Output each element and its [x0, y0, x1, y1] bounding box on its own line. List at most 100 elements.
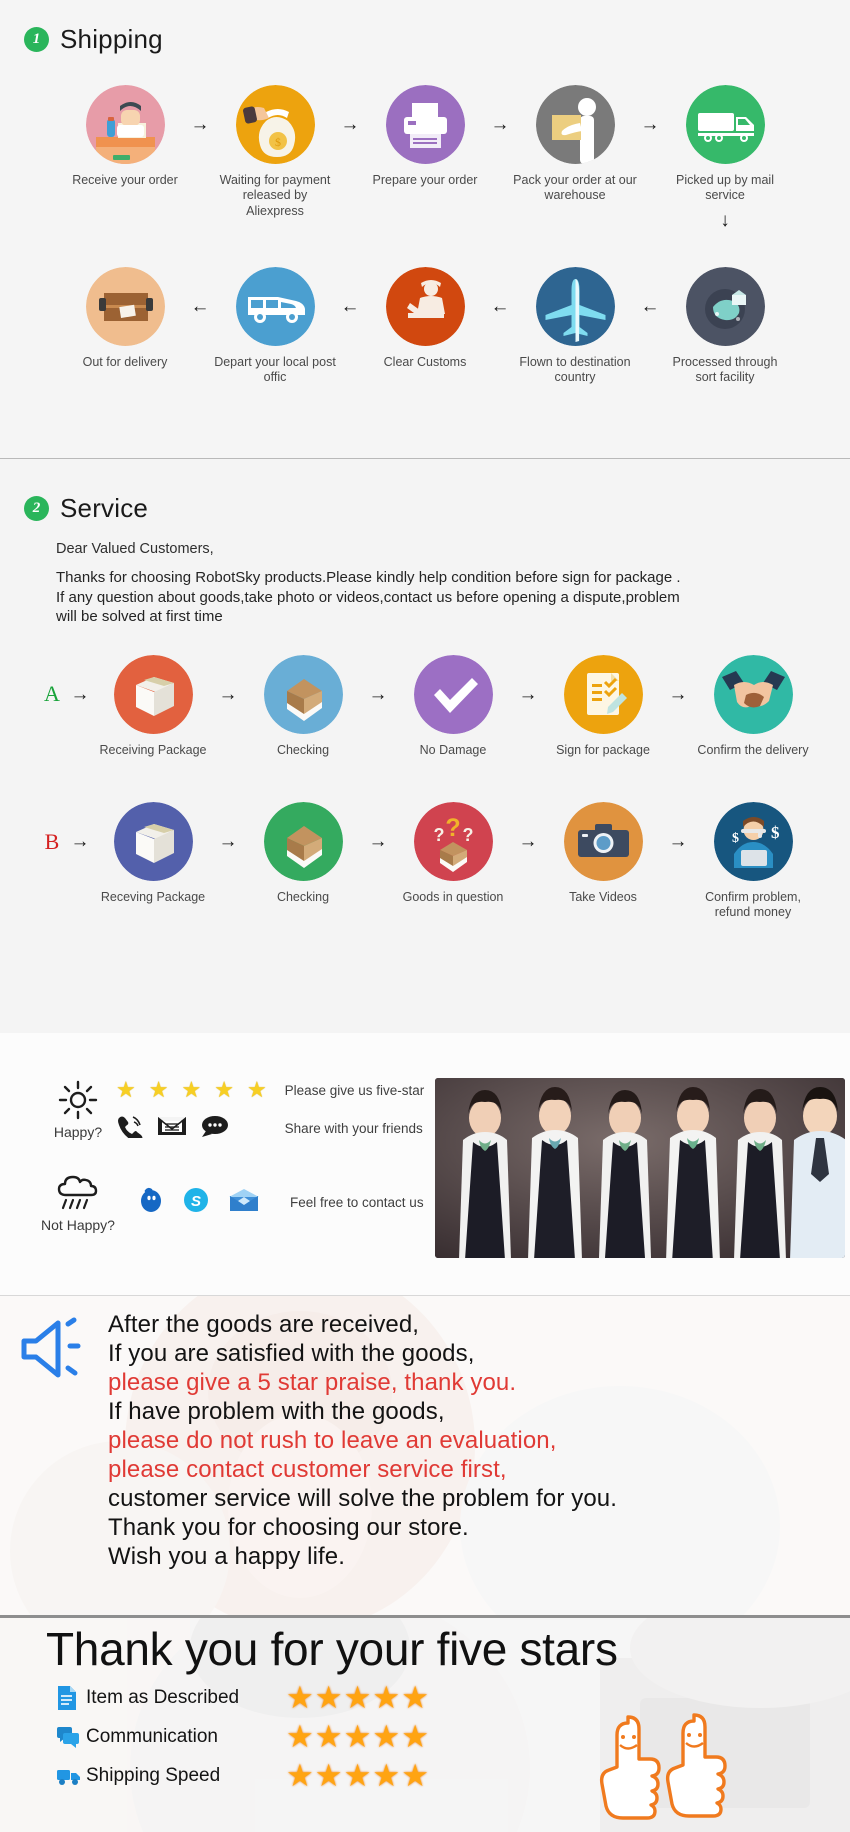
star-icon: ★ [286, 1719, 314, 1754]
step-caption: Depart your local post offic [214, 354, 336, 384]
service-step: $ $ Confirm problem, refund money [695, 802, 811, 921]
qq-icon[interactable] [138, 1187, 164, 1218]
phone-ringing-icon[interactable] [116, 1114, 144, 1143]
row-label-b: B [44, 828, 60, 854]
arrow-right-icon: → [218, 831, 238, 853]
service-flow-row-a: A → Receiving Package → Checking → No Da… [0, 654, 850, 758]
truck-icon [56, 1765, 86, 1787]
step-caption: Picked up by mail service [676, 173, 774, 203]
shipping-heading: 1 Shipping [0, 24, 850, 55]
thanks-title: Thank you for your five stars [46, 1623, 618, 1675]
service-step: ? ? ? Goods in question [395, 802, 511, 905]
not-happy-row: Not Happy? S Feel free to contact us [40, 1171, 430, 1233]
star-icon: ★ [401, 1719, 429, 1754]
contact-text: Feel free to contact us [290, 1194, 424, 1210]
share-text: Share with your friends [284, 1120, 423, 1136]
step-caption: Receiving Package [99, 742, 207, 757]
rain-cloud-icon [55, 1171, 101, 1215]
shipping-step: Receive your order [67, 85, 183, 188]
announcement-line: If you are satisfied with the goods, [108, 1340, 475, 1368]
step-caption: Goods in question [402, 890, 504, 905]
announcement-line: If have problem with the goods, [108, 1398, 445, 1426]
announcement-section: After the goods are received, If you are … [0, 1295, 850, 1615]
arrow-right-icon: → [668, 831, 688, 853]
announcement-lines: After the goods are received, If you are … [0, 1296, 850, 1571]
arrow-left-icon: ← [490, 295, 510, 317]
question-box-icon: ? ? ? [413, 802, 493, 882]
happy-label: Happy? [53, 1124, 103, 1140]
shipping-step: Picked up by mail service ↓ [667, 85, 783, 230]
arrow-right-icon: → [70, 683, 90, 705]
svg-text:$: $ [732, 831, 739, 846]
contact-icons: S [116, 1183, 260, 1221]
arrow-right-icon: → [518, 831, 538, 853]
delivery-van-icon [235, 266, 315, 346]
criteria-label: Shipping Speed [86, 1764, 221, 1786]
service-body-line: If any question about goods,take photo o… [56, 588, 680, 606]
open-box-icon [263, 802, 343, 882]
arrow-right-icon: → [218, 683, 238, 705]
service-step: Receiving Package [95, 654, 211, 758]
support-agent-money-icon: $ $ [713, 802, 793, 882]
star-icon: ★ [286, 1758, 314, 1793]
team-photo [435, 1078, 845, 1258]
announcement-line: customer service will solve the problem … [108, 1485, 617, 1513]
contact-icons-row: S [138, 1183, 260, 1221]
star-icon: ★ [116, 1077, 136, 1102]
handshake-icon [713, 654, 793, 734]
money-bag-icon: $ [235, 85, 315, 164]
chat-bubble-icon[interactable] [200, 1114, 230, 1143]
service-step: Checking [245, 802, 361, 905]
service-section: 2 Service Dear Valued Customers, Thanks … [0, 459, 850, 1033]
shipping-title: Shipping [60, 24, 163, 54]
criteria-label: Communication [86, 1725, 218, 1747]
person-at-desk-icon [85, 85, 165, 164]
step-caption: Processed through sort facility [672, 354, 778, 384]
star-icon: ★ [286, 1680, 314, 1715]
step-badge-1: 1 [24, 27, 49, 52]
five-star-text: Please give us five-star [284, 1082, 425, 1098]
closed-box-icon [113, 654, 193, 734]
announcement-line: please do not rush to leave an evaluatio… [108, 1427, 557, 1455]
sun-icon [58, 1078, 98, 1122]
customs-officer-icon [385, 266, 465, 346]
arrow-right-icon: → [368, 683, 388, 705]
step-caption: No Damage [419, 742, 487, 757]
star-icon: ★ [214, 1077, 234, 1102]
star-icon: ★ [246, 1077, 267, 1102]
skype-icon[interactable]: S [183, 1187, 209, 1218]
svg-text:$: $ [275, 135, 281, 149]
closed-box-icon [113, 802, 193, 882]
email-envelope-icon[interactable] [157, 1114, 187, 1143]
airplane-icon [535, 266, 615, 346]
shipping-flow-row-1: Receive your order → $ Waiting for payme… [0, 85, 850, 230]
svg-text:?: ? [445, 814, 460, 842]
svg-text:$: $ [771, 823, 780, 842]
happy-texts: Please give us five-star Share with your… [267, 1071, 425, 1147]
step-caption: Prepare your order [372, 173, 478, 187]
star-icon: ★ [314, 1758, 343, 1793]
mail-icon[interactable] [228, 1187, 260, 1218]
service-step: No Damage [395, 654, 511, 758]
announcement-line: Thank you for choosing our store. [108, 1514, 469, 1542]
service-step: Confirm the delivery [695, 654, 811, 758]
star-icon: ★ [372, 1680, 401, 1715]
shipping-step: Prepare your order [367, 85, 483, 188]
star-rating-row: ★ ★ ★ ★ ★ [116, 1071, 267, 1109]
arrow-right-icon: → [190, 114, 210, 135]
open-box-icon [263, 654, 343, 734]
step-caption: Confirm problem, refund money [705, 890, 801, 920]
service-heading: 2 Service [0, 493, 850, 524]
step-caption: Checking [276, 742, 330, 757]
product-description-page: 1 Shipping Receive your order → $ Waitin… [0, 0, 850, 1832]
step-caption: Clear Customs [383, 354, 467, 369]
service-step: Receving Package [95, 802, 211, 905]
step-caption: Out for delivery [82, 354, 168, 369]
shipping-section: 1 Shipping Receive your order → $ Waitin… [0, 0, 850, 459]
criteria-label: Item as Described [86, 1686, 240, 1708]
shipping-flow-row-2: Out for delivery ← Depart your local pos [0, 266, 850, 386]
criteria-stars: ★ ★ ★ ★ ★ [286, 1721, 429, 1752]
svg-text:?: ? [433, 825, 444, 845]
contact-section: Happy? ★ ★ ★ ★ ★ Please give us five-sta… [0, 1033, 850, 1295]
document-icon [56, 1685, 86, 1711]
